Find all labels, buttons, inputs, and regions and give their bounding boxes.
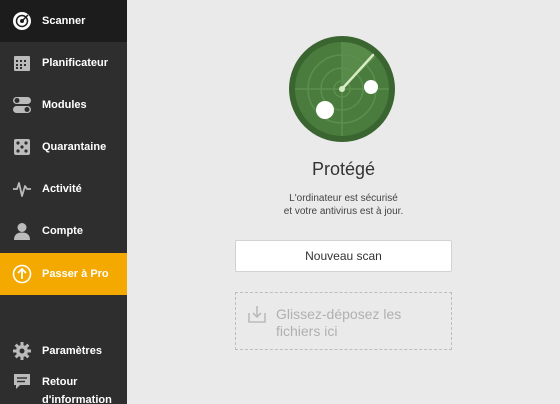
- sidebar-item-label: Activité: [42, 183, 82, 195]
- gear-icon: [11, 340, 33, 362]
- user-icon: [11, 220, 33, 242]
- sidebar-item-compte[interactable]: Compte: [0, 210, 127, 252]
- calendar-icon: [11, 52, 33, 74]
- sidebar-item-label: Passer à Pro: [42, 268, 109, 280]
- sidebar-item-label: Compte: [42, 225, 83, 237]
- toggles-icon: [11, 94, 33, 116]
- file-drop-zone[interactable]: Glissez-déposez les fichiers ici: [235, 292, 452, 350]
- sidebar-item-label: Paramètres: [42, 345, 102, 357]
- sidebar-item-label: Quarantaine: [42, 141, 107, 153]
- status-line-1: L'ordinateur est sécurisé: [289, 193, 398, 204]
- sidebar-item-label: Planificateur: [42, 57, 109, 69]
- sidebar-item-label: Retour: [42, 376, 78, 388]
- sidebar-item-scanner[interactable]: Scanner: [0, 0, 127, 42]
- feedback-icon: [11, 371, 33, 393]
- sidebar-item-planificateur[interactable]: Planificateur: [0, 42, 127, 84]
- sidebar-item-quarantaine[interactable]: Quarantaine: [0, 126, 127, 168]
- radar-icon: [11, 10, 33, 32]
- sidebar-item-label-continued: d'information: [42, 394, 112, 404]
- dice-icon: [11, 136, 33, 158]
- pulse-icon: [11, 178, 33, 200]
- upgrade-arrow-icon: [11, 263, 33, 285]
- sidebar-item-label: Scanner: [42, 15, 86, 27]
- sidebar-item-passer-a-pro[interactable]: Passer à Pro: [0, 253, 127, 295]
- download-tray-icon: [247, 304, 267, 324]
- status-title: Protégé: [311, 159, 376, 179]
- sidebar: Scanner Planificateur Modules Quarantain…: [0, 0, 127, 404]
- drop-zone-label: Glissez-déposez les fichiers ici: [276, 306, 402, 339]
- new-scan-button[interactable]: Nouveau scan: [235, 240, 452, 272]
- sidebar-item-label: Modules: [42, 99, 87, 111]
- sidebar-item-modules[interactable]: Modules: [0, 84, 127, 126]
- radar-icon: [289, 36, 395, 142]
- sidebar-item-activite[interactable]: Activité: [0, 168, 127, 210]
- main-panel: Protégé L'ordinateur est sécurisé et vot…: [127, 0, 560, 404]
- status-line-2: et votre antivirus est à jour.: [283, 206, 404, 217]
